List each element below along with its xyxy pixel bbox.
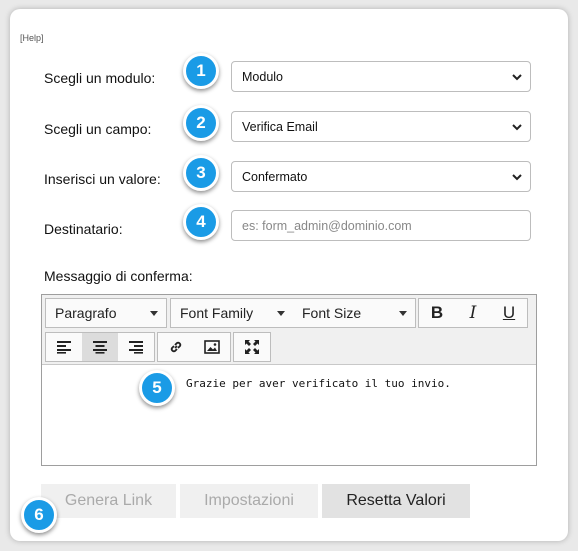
recipient-label: Destinatario:: [44, 221, 123, 237]
align-right-button[interactable]: [118, 333, 154, 361]
caret-down-icon: [399, 311, 407, 316]
step-badge-5: 5: [139, 370, 175, 406]
insert-group: [157, 332, 231, 362]
italic-icon: I: [469, 303, 477, 323]
caret-down-icon: [277, 311, 285, 316]
help-link[interactable]: [Help]: [20, 33, 44, 43]
field-select-value: Verifica Email: [242, 119, 318, 134]
underline-icon: U: [502, 303, 516, 322]
italic-button[interactable]: I: [455, 299, 491, 327]
insert-image-button[interactable]: [194, 333, 230, 361]
recipient-placeholder: es: form_admin@dominio.com: [242, 218, 412, 233]
link-icon: [170, 341, 182, 353]
align-group: [45, 332, 155, 362]
value-select[interactable]: Confermato: [231, 161, 531, 192]
fullscreen-group: [233, 332, 271, 362]
editor-content[interactable]: Grazie per aver verificato il tuo invio.: [186, 377, 451, 390]
rich-text-editor: Paragrafo Font Family Font Size B I U Gr…: [41, 294, 537, 466]
image-icon: [204, 340, 220, 354]
caret-down-icon: [150, 311, 158, 316]
message-label: Messaggio di conferma:: [44, 268, 193, 284]
paragraph-group: Paragrafo: [45, 298, 167, 328]
font-size-dropdown[interactable]: Font Size: [293, 299, 415, 327]
generate-link-button[interactable]: Genera Link: [41, 484, 176, 518]
step-badge-6: 6: [21, 497, 57, 533]
font-size-dropdown-label: Font Size: [302, 305, 362, 321]
format-group: B I U: [418, 298, 528, 328]
editor-toolbar: Paragrafo Font Family Font Size B I U: [42, 295, 536, 365]
chevron-down-icon: [512, 174, 522, 181]
align-right-icon: [129, 341, 143, 354]
paragraph-dropdown[interactable]: Paragrafo: [46, 299, 166, 327]
module-label: Scegli un modulo:: [44, 70, 156, 86]
field-label: Scegli un campo:: [44, 121, 152, 137]
fullscreen-icon: [245, 340, 259, 354]
step-badge-2: 2: [183, 105, 219, 141]
bold-icon: B: [430, 303, 444, 322]
align-left-button[interactable]: [46, 333, 82, 361]
font-family-dropdown-label: Font Family: [180, 305, 254, 321]
paragraph-dropdown-label: Paragrafo: [55, 305, 117, 321]
module-select[interactable]: Modulo: [231, 61, 531, 92]
font-family-dropdown[interactable]: Font Family: [171, 299, 293, 327]
settings-button[interactable]: Impostazioni: [180, 484, 318, 518]
align-left-icon: [57, 341, 71, 354]
align-center-button[interactable]: [82, 333, 118, 361]
field-select[interactable]: Verifica Email: [231, 111, 531, 142]
recipient-input[interactable]: es: form_admin@dominio.com: [231, 210, 531, 241]
chevron-down-icon: [512, 124, 522, 131]
module-select-value: Modulo: [242, 69, 283, 84]
value-select-value: Confermato: [242, 169, 308, 184]
bold-button[interactable]: B: [419, 299, 455, 327]
step-badge-3: 3: [183, 155, 219, 191]
align-center-icon: [93, 341, 107, 354]
step-badge-1: 1: [183, 53, 219, 89]
reset-values-button[interactable]: Resetta Valori: [322, 484, 470, 518]
font-group: Font Family Font Size: [170, 298, 416, 328]
underline-button[interactable]: U: [491, 299, 527, 327]
insert-link-button[interactable]: [158, 333, 194, 361]
value-label: Inserisci un valore:: [44, 171, 161, 187]
fullscreen-button[interactable]: [234, 333, 270, 361]
chevron-down-icon: [512, 74, 522, 81]
step-badge-4: 4: [183, 204, 219, 240]
